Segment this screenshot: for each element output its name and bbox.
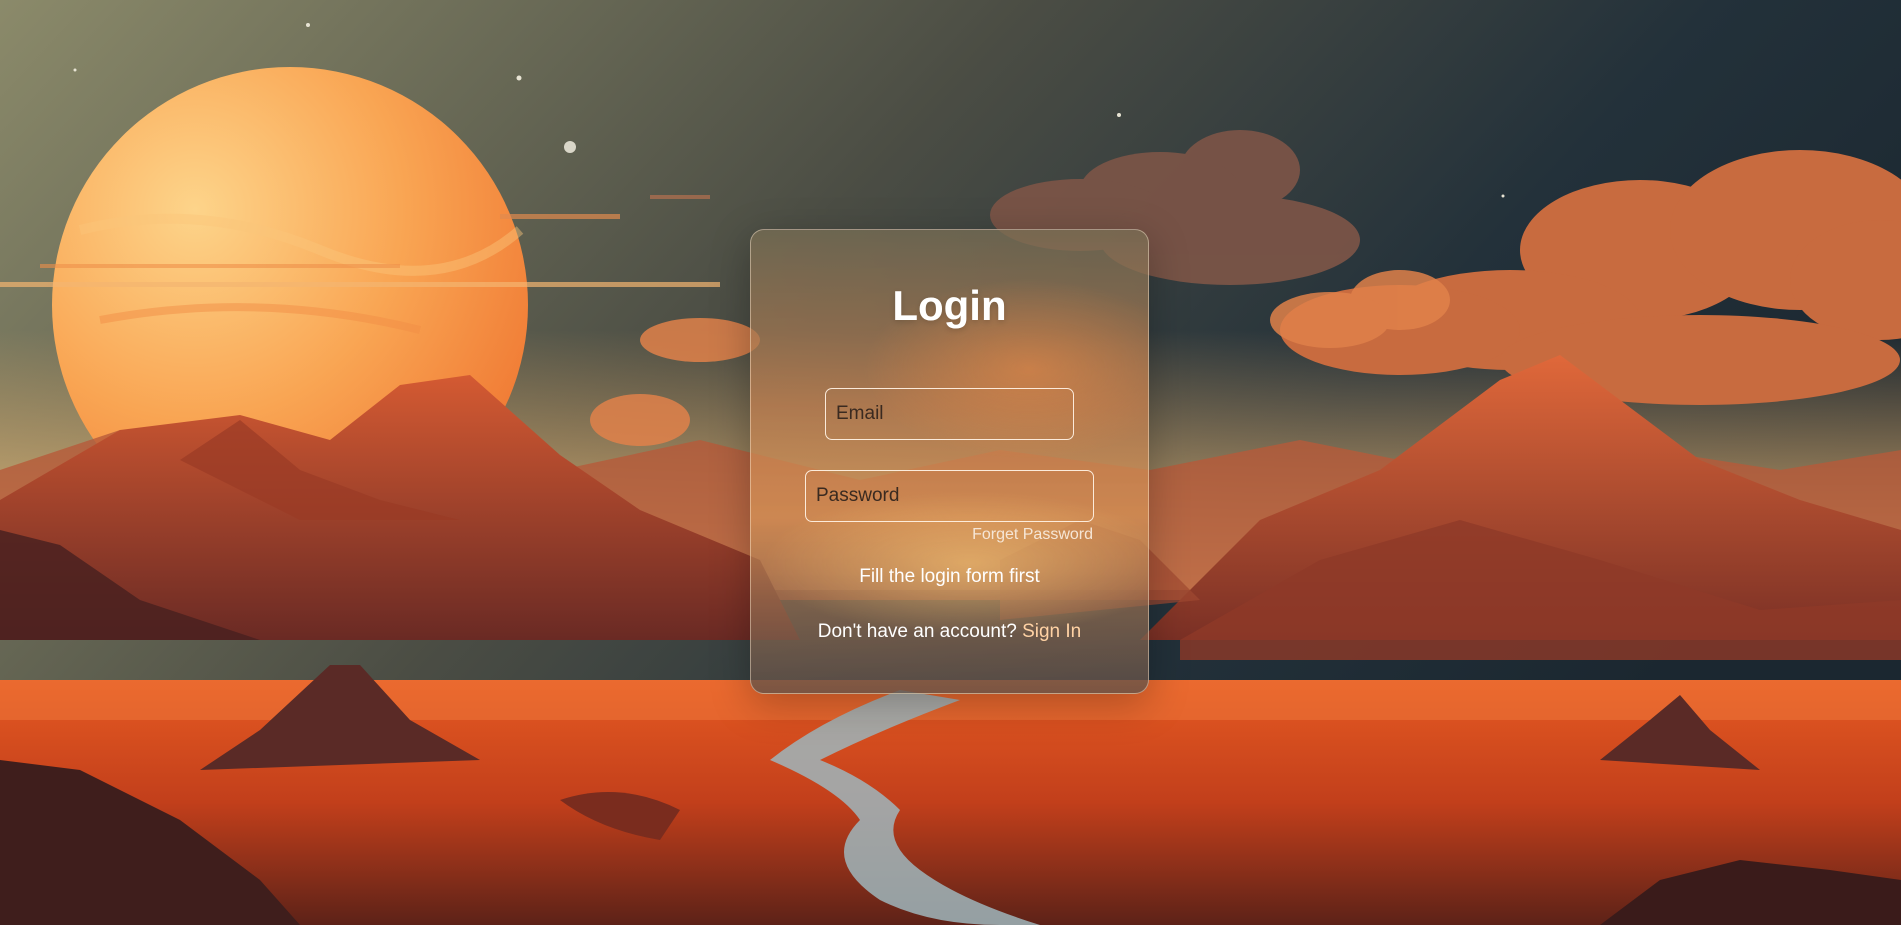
status-message: Fill the login form first	[859, 566, 1040, 587]
signup-prompt-line: Don't have an account? Sign In	[751, 621, 1148, 643]
login-card: Login Forget Password Fill the login for…	[750, 229, 1149, 694]
signup-prompt-text: Don't have an account?	[817, 621, 1017, 642]
sign-in-link[interactable]: Sign In	[1022, 621, 1081, 642]
password-field[interactable]	[805, 470, 1094, 522]
forgot-password-link[interactable]: Forget Password	[972, 526, 1093, 544]
email-field[interactable]	[825, 388, 1074, 440]
login-title: Login	[892, 282, 1007, 329]
